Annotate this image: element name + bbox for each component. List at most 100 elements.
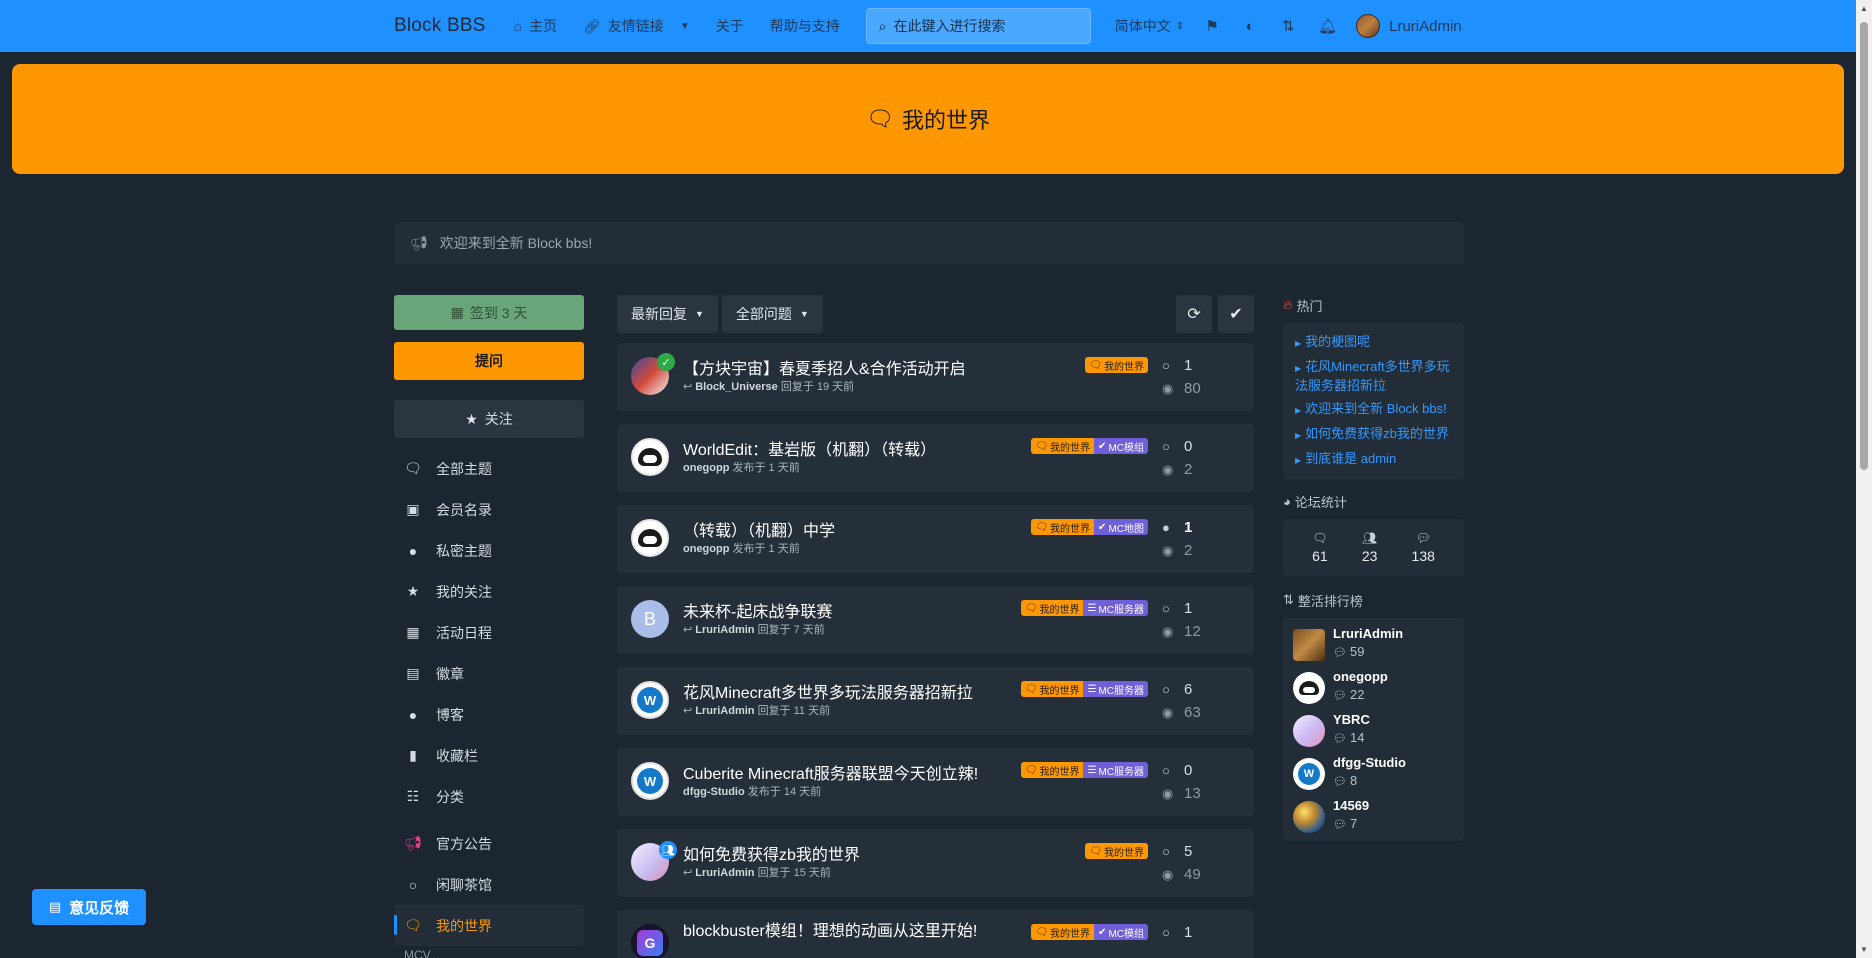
avatar[interactable]: [631, 438, 669, 476]
mark-read-button[interactable]: ✔: [1218, 295, 1254, 333]
topic-author[interactable]: Block_Universe: [695, 381, 778, 393]
tag-badge[interactable]: ✔ MC地图: [1094, 519, 1148, 535]
user-menu[interactable]: LruriAdmin: [1356, 14, 1462, 38]
ranking-item[interactable]: YBRC 💬︎ 14: [1293, 712, 1454, 755]
tag-badge[interactable]: ☰ MC服务器: [1083, 762, 1148, 778]
topic-author[interactable]: LruriAdmin: [695, 705, 754, 717]
topic-row[interactable]: G blockbuster模组！理想的动画从这里开始! 🗨︎ 我的世界 ✔ MC模组…: [617, 910, 1254, 958]
bell-icon[interactable]: 🔔︎: [1318, 17, 1337, 35]
language-selector[interactable]: 简体中文 ⇕: [1115, 16, 1184, 36]
topic-title[interactable]: blockbuster模组！理想的动画从这里开始!: [683, 922, 983, 958]
tag-badge[interactable]: 🗨︎ 我的世界: [1020, 762, 1084, 778]
sidebar-item-blog[interactable]: ● 博客: [394, 694, 584, 735]
sidebar-item-bookmarks[interactable]: ▮ 收藏栏: [394, 735, 584, 776]
topic-row[interactable]: （转载）（机翻）中学 onegopp 发布于 1 天前 🗨︎ 我的世界 ✔ MC地图…: [617, 505, 1254, 573]
nav-about[interactable]: 关于: [716, 16, 744, 36]
ranking-item[interactable]: onegopp 💬︎ 22: [1293, 669, 1454, 712]
tag-badge[interactable]: ✔ MC模组: [1094, 924, 1148, 940]
sidebar-item-badges[interactable]: ▤ 徽章: [394, 653, 584, 694]
contrast-icon[interactable]: ◐: [1242, 18, 1258, 35]
nav-home[interactable]: ⌂ 主页: [514, 16, 557, 36]
page-scrollbar[interactable]: ▲ ▼: [1856, 0, 1872, 958]
topic-list-area: 最新回复 ▼ 全部问题 ▼ ⟳ ✔ ✓ 【方块宇宙】春夏季招人&合作活动开启 ↩…: [617, 295, 1254, 958]
avatar[interactable]: [631, 519, 669, 557]
view-count-value: 2: [1184, 542, 1193, 559]
hot-link[interactable]: ▶ 到底谁是 admin: [1295, 450, 1452, 469]
nav-links[interactable]: 🔗︎ 友情链接 ▼: [583, 16, 690, 36]
sort-dropdown[interactable]: 最新回复 ▼: [617, 295, 718, 333]
tag-badge[interactable]: 🗨︎ 我的世界: [1020, 681, 1084, 697]
caret-down-icon: ▼: [799, 309, 809, 319]
tag-badge[interactable]: 🗨︎ 我的世界: [1031, 519, 1095, 535]
topic-row[interactable]: B 未来杯-起床战争联赛 ↩ LruriAdmin 回复于 7 天前 🗨︎ 我的世界…: [617, 586, 1254, 654]
tag-badge[interactable]: 🗨︎ 我的世界: [1020, 600, 1084, 616]
topic-author[interactable]: LruriAdmin: [695, 867, 754, 879]
topic-row[interactable]: 👥︎ 如何免费获得zb我的世界 ↩ LruriAdmin 回复于 15 天前 🗨︎…: [617, 829, 1254, 897]
scrollbar-thumb[interactable]: [1860, 22, 1868, 470]
topic-title[interactable]: 如何免费获得zb我的世界: [683, 841, 860, 865]
navbar-content: Block BBS ⌂ 主页 🔗︎ 友情链接 ▼ 关于 帮助与支持 ⌕ 在此键入…: [394, 0, 1462, 52]
topic-row[interactable]: WorldEdit：基岩版（机翻）（转载） onegopp 发布于 1 天前 🗨…: [617, 424, 1254, 492]
tag-badge[interactable]: ☰ MC服务器: [1083, 600, 1148, 616]
topic-author[interactable]: onegopp: [683, 543, 729, 555]
sidebar-item-official[interactable]: 📢︎ 官方公告: [394, 823, 584, 864]
tag-badge[interactable]: 🗨︎ 我的世界: [1085, 357, 1148, 373]
tag-badge[interactable]: ☰ MC服务器: [1083, 681, 1148, 697]
topic-row[interactable]: ✓ 【方块宇宙】春夏季招人&合作活动开启 ↩ Block_Universe 回复于…: [617, 343, 1254, 411]
hot-link[interactable]: ▶ 我的梗图呢: [1295, 333, 1452, 352]
topic-author[interactable]: LruriAdmin: [695, 624, 754, 636]
topic-row[interactable]: W 花风Minecraft多世界多玩法服务器招新拉 ↩ LruriAdmin 回复…: [617, 667, 1254, 735]
sidebar-item-chat[interactable]: ○ 闲聊茶馆: [394, 864, 584, 905]
sidebar-item-peek[interactable]: MCV...: [404, 948, 440, 958]
avatar[interactable]: W: [631, 762, 669, 800]
avatar[interactable]: B: [631, 600, 669, 638]
topic-author[interactable]: dfgg-Studio: [683, 786, 745, 798]
sidebar-item-members[interactable]: ▣ 会员名录: [394, 489, 584, 530]
ranking-item[interactable]: LruriAdmin 💬︎ 59: [1293, 626, 1454, 669]
topic-title[interactable]: Cuberite Minecraft服务器联盟今天创立辣!: [683, 760, 978, 784]
sidebar-item-private[interactable]: ● 私密主题: [394, 530, 584, 571]
avatar[interactable]: G: [631, 924, 669, 958]
sidebar-item-categories[interactable]: ☷ 分类: [394, 776, 584, 817]
topic-title[interactable]: WorldEdit：基岩版（机翻）（转载）: [683, 436, 936, 460]
pie-chart-icon: ◕: [1283, 493, 1291, 509]
studio-logo-icon: W: [1298, 763, 1320, 785]
sidebar-item-minecraft[interactable]: 🗨︎ 我的世界: [394, 905, 584, 946]
flag-icon[interactable]: ⚑: [1204, 17, 1220, 35]
topic-title[interactable]: 【方块宇宙】春夏季招人&合作活动开启: [683, 355, 966, 379]
caret-right-icon: ▶: [1295, 431, 1302, 440]
hot-link[interactable]: ▶ 花风Minecraft多世界多玩法服务器招新拉: [1295, 358, 1452, 394]
scroll-down-icon[interactable]: ▼: [1860, 945, 1868, 954]
refresh-button[interactable]: ⟳: [1176, 295, 1212, 333]
tag-badge[interactable]: 🗨︎ 我的世界: [1031, 438, 1095, 454]
nav-help[interactable]: 帮助与支持: [770, 16, 840, 36]
tag-badge[interactable]: 🗨︎ 我的世界: [1031, 924, 1095, 940]
hot-link[interactable]: ▶ 如何免费获得zb我的世界: [1295, 425, 1452, 444]
avatar[interactable]: W: [631, 681, 669, 719]
topic-meta: dfgg-Studio 发布于 14 天前: [683, 783, 821, 799]
sidebar-item-events[interactable]: ▦ 活动日程: [394, 612, 584, 653]
sidebar-item-following[interactable]: ★ 我的关注: [394, 571, 584, 612]
topic-author[interactable]: onegopp: [683, 462, 729, 474]
ranking-item[interactable]: 14569 💬︎ 7: [1293, 798, 1454, 841]
filter-dropdown[interactable]: 全部问题 ▼: [721, 295, 823, 333]
topic-title[interactable]: 未来杯-起床战争联赛: [683, 598, 832, 622]
hot-link[interactable]: ▶ 欢迎来到全新 Block bbs!: [1295, 400, 1452, 419]
tag-badge[interactable]: 🗨︎ 我的世界: [1085, 843, 1148, 859]
tag-badge[interactable]: ✔ MC模组: [1094, 438, 1148, 454]
search-input[interactable]: ⌕ 在此键入进行搜索: [865, 8, 1091, 44]
brand-logo[interactable]: Block BBS: [394, 15, 486, 37]
topic-row[interactable]: W Cuberite Minecraft服务器联盟今天创立辣! dfgg-Stu…: [617, 748, 1254, 816]
topic-title[interactable]: 花风Minecraft多世界多玩法服务器招新拉: [683, 679, 973, 703]
topic-title[interactable]: （转载）（机翻）中学: [683, 517, 835, 541]
scroll-up-icon[interactable]: ▲: [1860, 4, 1868, 13]
ranking-item[interactable]: W dfgg-Studio 💬︎ 8: [1293, 755, 1454, 798]
checkin-button[interactable]: ▦ 签到 3 天: [394, 295, 584, 330]
sort-icon[interactable]: ⇅: [1280, 17, 1296, 35]
ask-button[interactable]: 提问: [394, 342, 584, 380]
feedback-button[interactable]: ▤ 意见反馈: [32, 889, 146, 925]
follow-button[interactable]: ★ 关注: [394, 400, 584, 438]
sidebar-item-all-topics[interactable]: 🗨︎ 全部主题: [394, 448, 584, 489]
eye-icon: ◉: [1162, 380, 1174, 396]
tag-label: 我的世界: [1039, 604, 1080, 616]
